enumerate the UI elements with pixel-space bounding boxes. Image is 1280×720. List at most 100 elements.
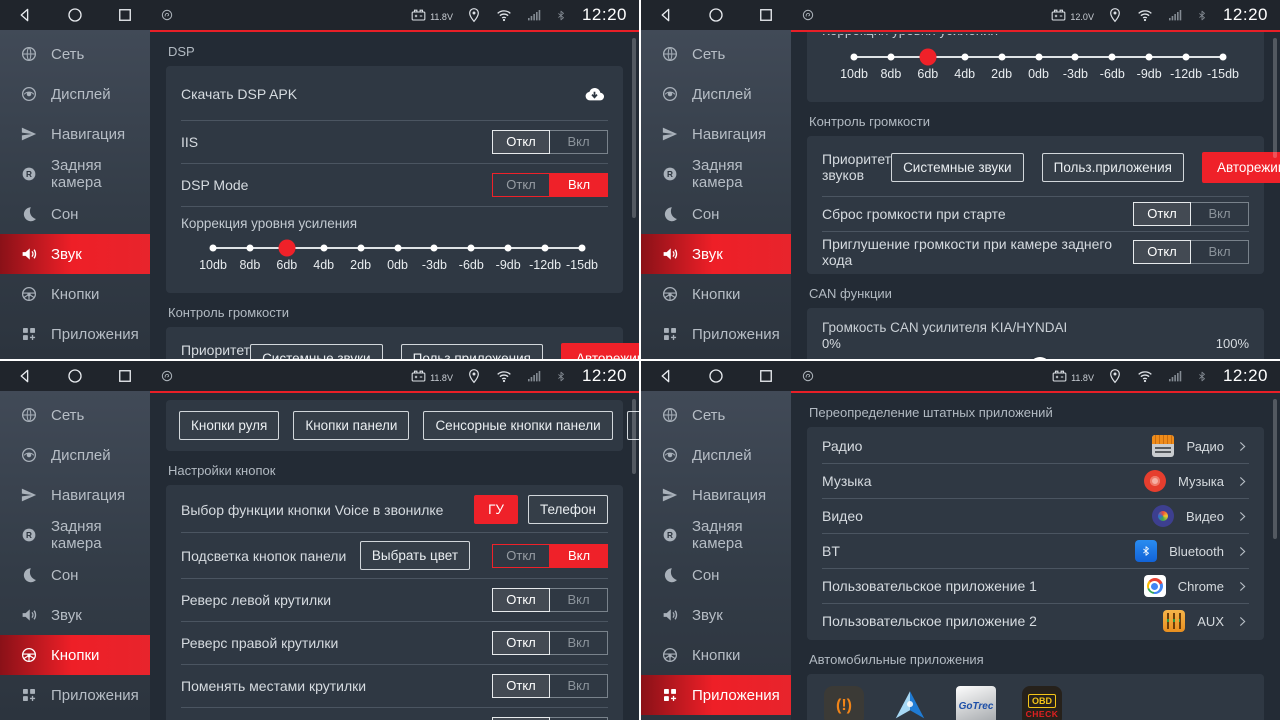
toggle-on-button[interactable]: Вкл <box>1191 240 1249 264</box>
recents-button[interactable] <box>757 367 775 385</box>
back-button[interactable] <box>16 6 34 24</box>
toggle-on-button[interactable]: Вкл <box>1191 202 1249 226</box>
reverse-left-knob-toggle[interactable]: Откл Вкл <box>492 588 608 612</box>
swap-knobs-toggle[interactable]: Откл Вкл <box>492 674 608 698</box>
sidebar-item-sleep[interactable]: Сон <box>641 194 791 234</box>
sidebar-item-network[interactable]: Сеть <box>641 395 791 435</box>
home-button[interactable] <box>66 6 84 24</box>
cloud-download-icon[interactable] <box>581 83 608 105</box>
toggle-on-button[interactable]: Вкл <box>550 588 608 612</box>
download-dsp-row[interactable]: Скачать DSP APK <box>181 68 608 121</box>
obd-check-app-icon[interactable]: OBDCHECK <box>1022 686 1062 720</box>
sidebar-item-navigation[interactable]: Навигация <box>641 114 791 154</box>
toggle-on-button[interactable]: Вкл <box>550 544 608 568</box>
sidebar-item-sleep[interactable]: Сон <box>0 194 150 234</box>
back-button[interactable] <box>16 367 34 385</box>
priority-userapps-button[interactable]: Польз.приложения <box>401 344 543 360</box>
sidebar-item-rear-camera[interactable]: Задняя камера <box>641 515 791 555</box>
android-auto-app-icon[interactable] <box>890 686 930 720</box>
sidebar-item-navigation[interactable]: Навигация <box>641 475 791 515</box>
app-row-custom2[interactable]: Пользовательское приложение 2 AUX <box>822 604 1249 638</box>
backlight-toggle[interactable]: Откл Вкл <box>492 544 608 568</box>
sidebar-item-display[interactable]: Дисплей <box>0 435 150 475</box>
sidebar-item-network[interactable]: Сеть <box>0 34 150 74</box>
sidebar-item-network[interactable]: Сеть <box>641 34 791 74</box>
sidebar-item-sound[interactable]: Звук <box>641 595 791 635</box>
scrollbar-thumb[interactable] <box>632 38 636 218</box>
gain-slider[interactable]: 10db8db6db4db2db0db-3db-6db-9db-12db-15d… <box>213 235 582 283</box>
tab-touch-panel-buttons[interactable]: Сенсорные кнопки панели <box>423 411 612 440</box>
toggle-off-button[interactable]: Откл <box>1133 240 1191 264</box>
priority-system-button[interactable]: Системные звуки <box>250 344 383 360</box>
gain-slider[interactable]: 10db8db6db4db2db0db-3db-6db-9db-12db-15d… <box>854 44 1223 92</box>
priority-auto-button[interactable]: Авторежим <box>561 343 639 360</box>
toggle-off-button[interactable]: Откл <box>492 544 550 568</box>
sidebar-item-buttons[interactable]: Кнопки <box>641 274 791 314</box>
toggle-on-button[interactable]: Вкл <box>550 674 608 698</box>
home-button[interactable] <box>707 6 725 24</box>
sidebar-item-display[interactable]: Дисплей <box>641 435 791 475</box>
sidebar-item-sound[interactable]: Звук <box>641 234 791 274</box>
scrollbar-thumb[interactable] <box>1273 399 1277 539</box>
sidebar-item-buttons[interactable]: Кнопки <box>641 635 791 675</box>
sidebar-item-sound[interactable]: Звук <box>0 595 150 635</box>
sidebar-item-rear-camera[interactable]: Задняя камера <box>0 515 150 555</box>
sidebar-item-apps[interactable]: Приложения <box>0 314 150 354</box>
home-button[interactable] <box>707 367 725 385</box>
sidebar-item-navigation[interactable]: Навигация <box>0 475 150 515</box>
app-row-music[interactable]: Музыка Музыка <box>822 464 1249 499</box>
sidebar-item-apps[interactable]: Приложения <box>641 314 791 354</box>
slider-thumb[interactable] <box>278 240 295 257</box>
priority-auto-button[interactable]: Авторежим <box>1202 152 1280 183</box>
sidebar-item-rear-camera[interactable]: Задняя камера <box>0 154 150 194</box>
voice-phone-button[interactable]: Телефон <box>528 495 608 524</box>
tab-wheel-buttons[interactable]: Кнопки руля <box>179 411 279 440</box>
app-row-video[interactable]: Видео Видео <box>822 499 1249 534</box>
gotrec-app-icon[interactable]: GoTrec <box>956 686 996 720</box>
back-button[interactable] <box>657 367 675 385</box>
toggle-off-button[interactable]: Откл <box>1133 202 1191 226</box>
sidebar-item-sleep[interactable]: Сон <box>0 555 150 595</box>
app-row-radio[interactable]: Радио Радио <box>822 429 1249 464</box>
reverse-right-knob-toggle[interactable]: Откл Вкл <box>492 631 608 655</box>
reverse-mute-toggle[interactable]: Откл Вкл <box>1133 240 1249 264</box>
recents-button[interactable] <box>116 6 134 24</box>
sidebar-item-sound[interactable]: Звук <box>0 234 150 274</box>
sidebar-item-network[interactable]: Сеть <box>0 395 150 435</box>
toggle-on-button[interactable]: Вкл <box>550 631 608 655</box>
slider-thumb[interactable] <box>919 49 936 66</box>
dsp-mode-toggle[interactable]: Откл Вкл <box>492 173 608 197</box>
toggle-off-button[interactable]: Откл <box>492 674 550 698</box>
tpms-app-icon[interactable]: (!) <box>824 686 864 720</box>
recents-button[interactable] <box>116 367 134 385</box>
voice-headunit-button[interactable]: ГУ <box>474 495 518 524</box>
toggle-on-button[interactable]: Вкл <box>550 130 608 154</box>
sidebar-item-apps[interactable]: Приложения <box>0 675 150 715</box>
tab-panel-buttons[interactable]: Кнопки панели <box>293 411 409 440</box>
choose-color-button[interactable]: Выбрать цвет <box>360 541 470 570</box>
app-row-bt[interactable]: BT Bluetooth <box>822 534 1249 569</box>
scrollbar-thumb[interactable] <box>632 399 636 474</box>
toggle-on-button[interactable]: Вкл <box>550 173 608 197</box>
sidebar-item-navigation[interactable]: Навигация <box>0 114 150 154</box>
toggle-off-button[interactable]: Откл <box>492 631 550 655</box>
toggle-off-button[interactable]: Откл <box>492 588 550 612</box>
sidebar-item-display[interactable]: Дисплей <box>641 74 791 114</box>
priority-userapps-button[interactable]: Польз.приложения <box>1042 153 1184 182</box>
app-row-custom1[interactable]: Пользовательское приложение 1 Chrome <box>822 569 1249 604</box>
sidebar-item-rear-camera[interactable]: Задняя камера <box>641 154 791 194</box>
scrollbar-thumb[interactable] <box>1273 38 1277 158</box>
sidebar-item-buttons[interactable]: Кнопки <box>0 274 150 314</box>
priority-system-button[interactable]: Системные звуки <box>891 153 1024 182</box>
back-button[interactable] <box>657 6 675 24</box>
sidebar-item-apps[interactable]: Приложения <box>641 675 791 715</box>
sidebar-item-display[interactable]: Дисплей <box>0 74 150 114</box>
sidebar-item-sleep[interactable]: Сон <box>641 555 791 595</box>
sidebar-item-buttons[interactable]: Кнопки <box>0 635 150 675</box>
home-button[interactable] <box>66 367 84 385</box>
toggle-off-button[interactable]: Откл <box>492 173 550 197</box>
iis-toggle[interactable]: Откл Вкл <box>492 130 608 154</box>
toggle-off-button[interactable]: Откл <box>492 130 550 154</box>
volume-reset-toggle[interactable]: Откл Вкл <box>1133 202 1249 226</box>
recents-button[interactable] <box>757 6 775 24</box>
